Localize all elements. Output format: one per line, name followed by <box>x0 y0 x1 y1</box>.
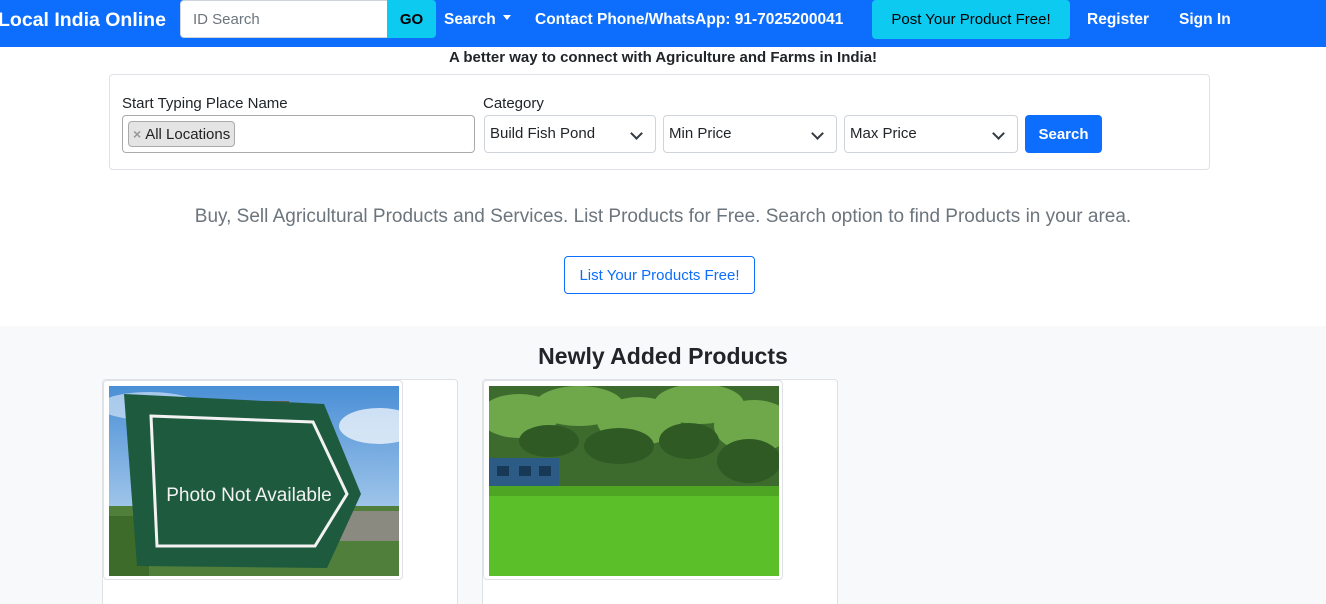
max-price-select[interactable]: Max Price <box>844 115 1018 153</box>
product-image[interactable]: Photo Not Available <box>103 380 403 580</box>
section-heading: Newly Added Products <box>538 343 788 369</box>
sign-in-link[interactable]: Sign In <box>1179 11 1231 29</box>
location-multiselect[interactable]: × All Locations <box>122 115 475 153</box>
category-select[interactable]: Build Fish Pond <box>484 115 656 153</box>
go-button[interactable]: GO <box>387 0 436 38</box>
post-product-button[interactable]: Post Your Product Free! <box>872 0 1070 39</box>
min-price-value: Min Price <box>669 125 732 142</box>
farm-land-image <box>489 386 779 576</box>
lead-text: Buy, Sell Agricultural Products and Serv… <box>194 206 1132 227</box>
min-price-select[interactable]: Min Price <box>663 115 837 153</box>
chevron-down-icon <box>630 127 643 140</box>
place-label: Start Typing Place Name <box>122 95 288 112</box>
top-navbar: Local India Online GO Search Contact Pho… <box>0 0 1326 47</box>
chevron-down-icon <box>992 127 1005 140</box>
search-panel: Start Typing Place Name × All Locations C… <box>109 74 1210 170</box>
list-products-button[interactable]: List Your Products Free! <box>564 256 755 294</box>
category-select-value: Build Fish Pond <box>490 125 596 142</box>
id-search-input[interactable] <box>180 0 387 38</box>
location-tag: × All Locations <box>128 121 236 147</box>
category-label: Category <box>483 95 544 112</box>
chevron-down-icon <box>811 127 824 140</box>
search-button[interactable]: Search <box>1025 115 1102 153</box>
product-image[interactable] <box>483 380 783 580</box>
newly-added-section: Newly Added Products Photo Not Available <box>0 326 1326 604</box>
location-tag-label: All Locations <box>145 126 231 143</box>
tagline: A better way to connect with Agriculture… <box>448 49 878 66</box>
max-price-value: Max Price <box>850 125 917 142</box>
caret-down-icon <box>502 15 511 21</box>
product-card[interactable]: Photo Not Available <box>102 379 458 604</box>
photo-not-available-image: Photo Not Available <box>109 386 399 576</box>
contact-phone-link[interactable]: Contact Phone/WhatsApp: 91-7025200041 <box>535 11 843 29</box>
search-dropdown-toggle[interactable]: Search <box>444 11 511 29</box>
product-card[interactable] <box>482 379 838 604</box>
search-dropdown-label: Search <box>444 11 496 28</box>
brand-logo-text[interactable]: Local India Online <box>0 9 166 32</box>
register-link[interactable]: Register <box>1087 11 1149 29</box>
remove-tag-icon[interactable]: × <box>133 126 141 142</box>
photo-not-available-text: Photo Not Available <box>166 485 332 506</box>
